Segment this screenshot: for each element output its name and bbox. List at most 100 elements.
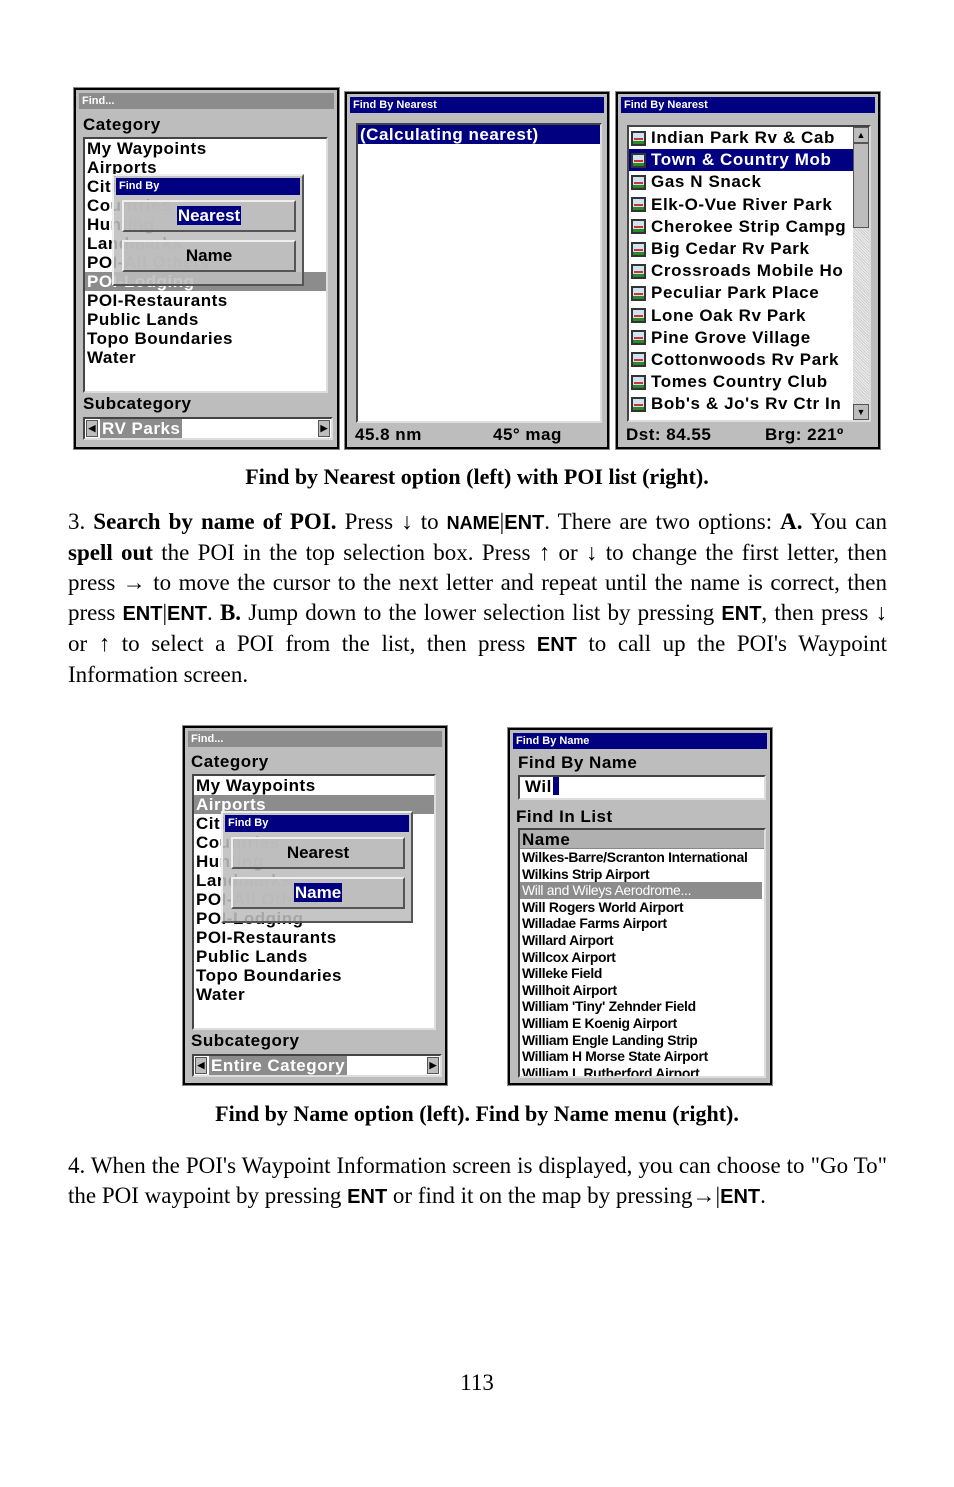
name-list-item[interactable]: William Engle Landing Strip — [520, 1032, 762, 1049]
subcategory-dropdown[interactable]: ◀ Entire Category ▶ — [192, 1054, 442, 1077]
arrow-right-icon[interactable]: ▶ — [427, 1057, 439, 1074]
category-item[interactable]: Public Lands — [85, 310, 326, 329]
name-button[interactable]: Name — [231, 877, 405, 909]
category-item[interactable]: My Waypoints — [85, 139, 326, 158]
poi-name: Lone Oak Rv Park — [651, 305, 807, 325]
poi-list-item[interactable]: Crossroads Mobile Ho — [629, 260, 853, 282]
step-3-paragraph: 3. Search by name of POI. Press ↓ to NAM… — [68, 507, 887, 690]
poi-list-item[interactable]: Lone Oak Rv Park — [629, 305, 853, 327]
scroll-down-icon[interactable]: ▼ — [853, 404, 869, 420]
poi-rv-park-icon — [631, 174, 646, 190]
step-4-paragraph: 4. When the POI's Waypoint Information s… — [68, 1151, 887, 1212]
arrow-right-icon[interactable]: ▶ — [318, 420, 330, 437]
name-results-list[interactable]: Name Wilkes-Barre/Scranton International… — [518, 828, 766, 1078]
screen-title-bar: Find... — [79, 93, 334, 109]
name-list-item[interactable]: Wilkins Strip Airport — [520, 866, 762, 883]
name-list-item[interactable]: William 'Tiny' Zehnder Field — [520, 998, 762, 1015]
column-header-name[interactable]: Name — [520, 830, 764, 849]
poi-rv-park-icon — [631, 308, 646, 324]
key-name: ENT — [347, 1186, 388, 1208]
poi-rv-park-icon — [631, 374, 646, 390]
poi-list-item[interactable]: Tomes Country Club — [629, 371, 853, 393]
name-list-item[interactable]: Willhoit Airport — [520, 982, 762, 999]
scroll-up-icon[interactable]: ▲ — [853, 127, 869, 143]
screen-title-bar: Find... — [188, 731, 442, 747]
page-number: 113 — [460, 1370, 494, 1395]
category-item[interactable]: Topo Boundaries — [85, 329, 326, 348]
subcategory-dropdown[interactable]: ◀ RV Parks ▶ — [83, 417, 333, 440]
poi-list-item[interactable]: Bob's & Jo's Rv Ctr In — [629, 393, 853, 415]
name-list-item[interactable]: Willeke Field — [520, 965, 762, 982]
scrollbar-thumb[interactable] — [853, 143, 869, 228]
text-run: Jump down to the lower selection list by… — [241, 600, 722, 625]
name-list-item[interactable]: Will and Wileys Aerodrome... — [520, 882, 762, 899]
text-run: or find it on the map by pressing→| — [387, 1183, 721, 1208]
poi-list-item[interactable]: Indian Park Rv & Cab — [629, 127, 853, 149]
poi-nearest-list-screen: Find By Nearest Indian Park Rv & Cab Town… — [615, 91, 881, 450]
arrow-left-icon[interactable]: ◀ — [195, 1057, 207, 1074]
name-button[interactable]: Name — [122, 240, 296, 272]
screen-title-bar: Find By Nearest — [621, 97, 875, 113]
poi-name: Cherokee Strip Campg — [651, 216, 847, 236]
scrollbar[interactable]: ▲ ▼ — [853, 127, 869, 420]
text-run: . — [207, 600, 220, 625]
name-list-item[interactable]: William L Rutherford Airport — [520, 1065, 762, 1076]
poi-list-item[interactable]: Gas N Snack — [629, 171, 853, 193]
find-category-screen-nearest: Find... Category My WaypointsAirportsCit… — [73, 87, 340, 450]
key-name: ENT — [536, 634, 577, 656]
category-item[interactable]: POI-Restaurants — [85, 291, 326, 310]
category-label: Category — [83, 115, 161, 134]
text-run: spell out — [68, 540, 153, 565]
poi-rv-park-icon — [631, 285, 646, 301]
poi-list-item[interactable]: Town & Country Mob — [629, 149, 853, 172]
nearest-button[interactable]: Nearest — [231, 837, 405, 869]
popup-title: Find By — [116, 178, 300, 195]
name-input[interactable]: Wil — [518, 775, 766, 800]
text-run: . There are two options: — [544, 509, 781, 534]
name-list-item[interactable]: Willadae Farms Airport — [520, 915, 762, 932]
name-list-item[interactable]: William E Koenig Airport — [520, 1015, 762, 1032]
text-run: You can — [802, 509, 888, 534]
name-list-item[interactable]: Wilkes-Barre/Scranton International — [520, 849, 762, 866]
name-list-item[interactable]: Willard Airport — [520, 932, 762, 949]
category-item[interactable]: Water — [194, 985, 434, 1004]
distance-readout: 45.8 nm — [355, 425, 422, 444]
nearest-button[interactable]: Nearest — [122, 200, 296, 232]
find-in-list-label: Find In List — [516, 807, 613, 826]
text-run: B. — [219, 600, 242, 625]
key-name: ENT — [167, 603, 208, 625]
poi-name: Pine Grove Village — [651, 327, 811, 347]
category-item[interactable]: Public Lands — [194, 947, 434, 966]
poi-list-item[interactable]: Elk-O-Vue River Park — [629, 194, 853, 216]
text-cursor — [552, 777, 559, 795]
poi-rv-park-icon — [631, 152, 646, 168]
nearest-label: Nearest — [176, 206, 242, 225]
key-name: ENT — [720, 1186, 761, 1208]
category-item[interactable]: POI-Restaurants — [194, 928, 434, 947]
popup-title: Find By — [225, 815, 409, 832]
results-list[interactable]: (Calculating nearest) — [356, 123, 602, 423]
figure-caption-2: Find by Name option (left). Find by Name… — [215, 1101, 739, 1126]
category-item[interactable]: Topo Boundaries — [194, 966, 434, 985]
category-item[interactable]: My Waypoints — [194, 776, 434, 795]
name-label: Name — [185, 246, 233, 265]
poi-list[interactable]: Indian Park Rv & Cab Town & Country Mob Ga… — [627, 125, 871, 422]
poi-list-item[interactable]: Cottonwoods Rv Park — [629, 349, 853, 371]
name-list-item[interactable]: Willcox Airport — [520, 949, 762, 966]
poi-rv-park-icon — [631, 396, 646, 412]
poi-list-item[interactable]: Cherokee Strip Campg — [629, 216, 853, 238]
poi-list-item[interactable]: Pine Grove Village — [629, 327, 853, 349]
name-list-item[interactable]: William H Morse State Airport — [520, 1048, 762, 1065]
poi-list-item[interactable]: Big Cedar Rv Park — [629, 238, 853, 260]
poi-rv-park-icon — [631, 197, 646, 213]
key-name: ENT — [721, 603, 762, 625]
arrow-left-icon[interactable]: ◀ — [86, 420, 98, 437]
poi-list-item[interactable]: Peculiar Park Place — [629, 282, 853, 304]
name-list-item[interactable]: Will Rogers World Airport — [520, 899, 762, 916]
key-name: NAME — [446, 513, 500, 533]
category-label: Category — [191, 752, 269, 771]
category-item[interactable]: Water — [85, 348, 326, 367]
poi-name: Crossroads Mobile Ho — [651, 261, 844, 281]
key-name: ENT — [122, 603, 163, 625]
name-label: Name — [293, 883, 343, 902]
